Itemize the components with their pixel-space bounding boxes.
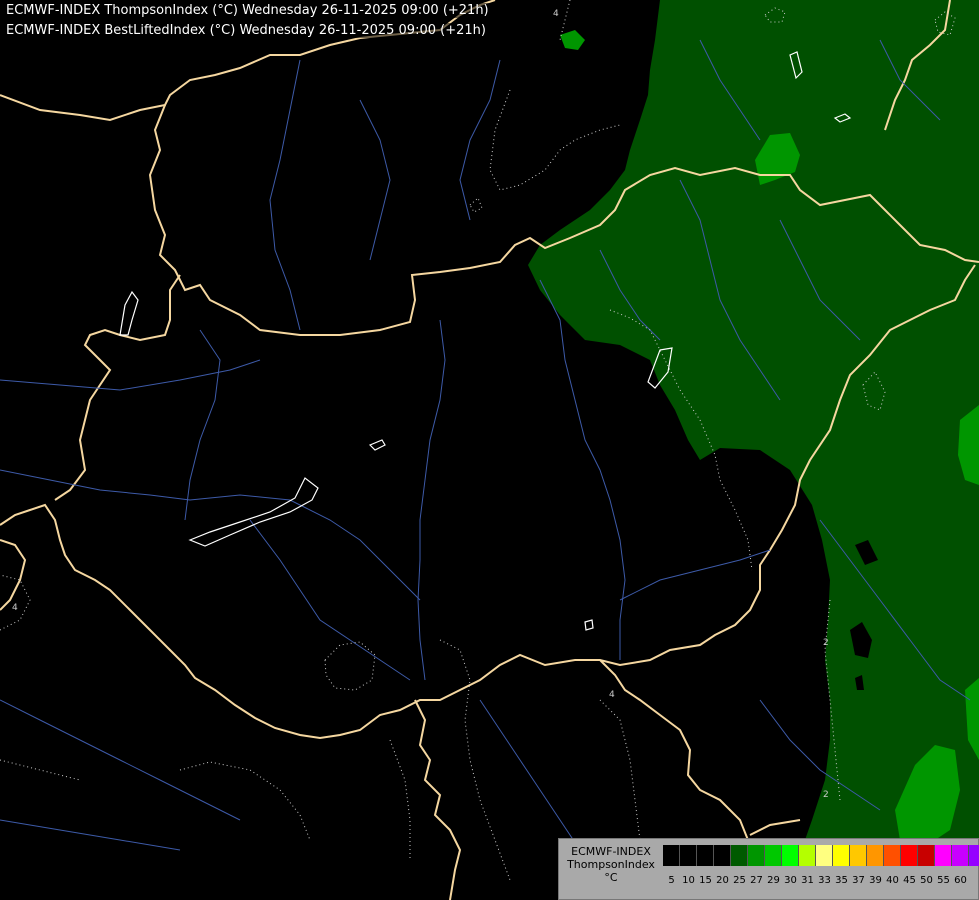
legend-tick: 35 (835, 875, 848, 886)
legend-swatch (663, 845, 680, 866)
legend-swatches (663, 845, 979, 866)
legend-swatch (884, 845, 901, 866)
legend-tick: 30 (784, 875, 797, 886)
legend-swatch (748, 845, 765, 866)
legend-swatch (782, 845, 799, 866)
legend-swatch (952, 845, 969, 866)
legend-tick: 39 (869, 875, 882, 886)
color-legend: ECMWF-INDEX ThompsonIndex °C 5 10 15 20 25 27… (558, 838, 979, 900)
contour-label: 2 (823, 790, 829, 800)
contour-label: 2 (823, 638, 829, 648)
legend-tick: 60 (954, 875, 967, 886)
legend-swatch (867, 845, 884, 866)
legend-tick: 10 (682, 875, 695, 886)
legend-swatch (680, 845, 697, 866)
legend-swatch (969, 845, 979, 866)
legend-tick: 5 (668, 875, 675, 886)
map-canvas: 4 4 2 2 4 (0, 0, 979, 900)
legend-tick: 45 (903, 875, 916, 886)
legend-swatch (816, 845, 833, 866)
map-title-lifted: ECMWF-INDEX BestLiftedIndex (°C) Wednesd… (4, 23, 488, 38)
legend-tick: 29 (767, 875, 780, 886)
legend-tick: 55 (937, 875, 950, 886)
contour-label: 4 (609, 690, 615, 700)
legend-tick: 37 (852, 875, 865, 886)
weather-map: 4 4 2 2 4 ECMWF-INDEX ThompsonIndex (°C)… (0, 0, 979, 900)
legend-swatch (714, 845, 731, 866)
contour-label: 4 (553, 9, 559, 19)
map-title-thompson: ECMWF-INDEX ThompsonIndex (°C) Wednesday… (4, 3, 491, 18)
legend-parameter: ThompsonIndex (567, 858, 655, 871)
legend-swatch (850, 845, 867, 866)
legend-tick: 25 (733, 875, 746, 886)
legend-swatch (697, 845, 714, 866)
contour-label: 4 (12, 603, 18, 613)
legend-swatch (901, 845, 918, 866)
legend-swatch (833, 845, 850, 866)
legend-tick: 31 (801, 875, 814, 886)
legend-swatch (799, 845, 816, 866)
legend-ticks: 5 10 15 20 25 27 29 30 31 33 35 37 39 40 45 50 55 60 (663, 875, 969, 886)
legend-swatch (765, 845, 782, 866)
legend-model: ECMWF-INDEX (571, 845, 651, 858)
legend-tick: 40 (886, 875, 899, 886)
legend-tick: 27 (750, 875, 763, 886)
legend-swatch (731, 845, 748, 866)
legend-tick: 33 (818, 875, 831, 886)
legend-unit: °C (604, 871, 618, 884)
legend-swatch (918, 845, 935, 866)
legend-swatch (935, 845, 952, 866)
legend-tick: 15 (699, 875, 712, 886)
legend-tick: 50 (920, 875, 933, 886)
legend-label: ECMWF-INDEX ThompsonIndex °C (563, 845, 659, 884)
legend-tick: 20 (716, 875, 729, 886)
